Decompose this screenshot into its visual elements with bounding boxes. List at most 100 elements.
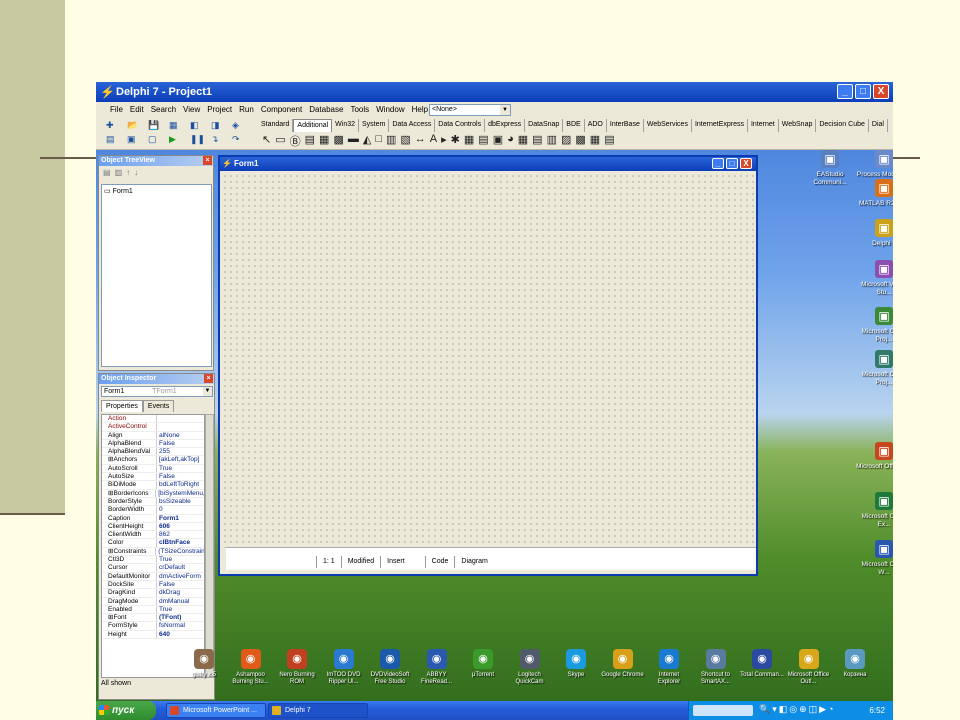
- chart-icon[interactable]: ◕: [507, 133, 514, 149]
- form-close-button[interactable]: X: [740, 158, 752, 169]
- form-minimize-button[interactable]: _: [712, 158, 724, 169]
- new-item-icon[interactable]: ▤: [103, 168, 115, 177]
- property-value[interactable]: dmActiveForm: [157, 573, 201, 580]
- open-icon[interactable]: 📂: [127, 120, 145, 134]
- twilightcolormap-icon[interactable]: ▦: [590, 133, 600, 149]
- property-row[interactable]: AutoSize False: [102, 473, 204, 482]
- new-icon[interactable]: ✚: [106, 120, 124, 134]
- image-icon[interactable]: ▬: [348, 133, 359, 149]
- arrow-down-icon[interactable]: ↓: [134, 168, 142, 177]
- property-row[interactable]: DragMode dmManual: [102, 597, 204, 606]
- run-icon[interactable]: ▶: [169, 134, 187, 148]
- maskedit-icon[interactable]: ▤: [305, 133, 315, 149]
- desktop-icon[interactable]: ◉ Skype: [554, 649, 598, 679]
- desktop-icon[interactable]: ◉ Shortcut to SmartAX...: [694, 649, 738, 686]
- add-file-icon[interactable]: ◨: [211, 120, 229, 134]
- desktop-icon[interactable]: ◉ Nero Burning ROM: [275, 649, 319, 686]
- speedbutton-icon[interactable]: Ⓑ: [290, 133, 301, 149]
- property-value[interactable]: False: [157, 581, 175, 588]
- menu-run[interactable]: Run: [239, 102, 254, 118]
- desktop-icon[interactable]: ▣ Process Modeler 7: [856, 150, 893, 179]
- form-maximize-button[interactable]: □: [726, 158, 738, 169]
- trace-into-icon[interactable]: ↴: [211, 134, 229, 148]
- toggle-icon[interactable]: ▢: [148, 134, 166, 148]
- tab-standard[interactable]: Standard: [258, 119, 294, 132]
- menu-search[interactable]: Search: [151, 102, 176, 118]
- desktop-icon[interactable]: ▣ Microsoft Office P...: [856, 442, 893, 471]
- property-row[interactable]: BorderStyle bsSizeable: [102, 497, 204, 507]
- start-button[interactable]: пуск: [96, 701, 156, 720]
- drawgrid-icon[interactable]: ▩: [333, 133, 343, 149]
- actiontoolbar-icon[interactable]: ▥: [547, 133, 557, 149]
- xpcolormap-icon[interactable]: ▨: [561, 133, 571, 149]
- property-value[interactable]: True: [157, 465, 172, 472]
- custombar-icon[interactable]: ▤: [604, 133, 614, 149]
- tab-internetexpress[interactable]: InternetExpress: [692, 119, 748, 132]
- bevel-icon[interactable]: □: [375, 133, 382, 149]
- property-value[interactable]: dmManual: [157, 598, 189, 605]
- property-row[interactable]: DockSite False: [102, 580, 204, 590]
- chevron-down-icon[interactable]: ▼: [203, 387, 212, 396]
- property-value[interactable]: bsSizeable: [157, 498, 191, 505]
- close-icon[interactable]: ×: [204, 374, 213, 383]
- save-all-icon[interactable]: ▦: [169, 120, 187, 134]
- actionmanager-icon[interactable]: ▦: [518, 133, 528, 149]
- desktop-icon[interactable]: ◉ Microsoft Office Outl...: [787, 649, 831, 686]
- inspector-titlebar[interactable]: Object Inspector ×: [99, 374, 214, 384]
- desktop-icon[interactable]: ◉ gistry x.5: [182, 649, 226, 679]
- property-row[interactable]: Action: [102, 415, 204, 424]
- property-value[interactable]: 640: [157, 631, 170, 638]
- stringgrid-icon[interactable]: ▦: [319, 133, 329, 149]
- desktop-icon[interactable]: ▣ Microsoft Office W...: [856, 540, 893, 576]
- pause-icon[interactable]: ❚❚: [190, 134, 208, 148]
- desktop-icon[interactable]: ◉ Total Comman...: [740, 649, 784, 679]
- menu-edit[interactable]: Edit: [130, 102, 144, 118]
- property-row[interactable]: AlphaBlend False: [102, 439, 204, 449]
- tray-icons[interactable]: 🔍▾◧◎⊕◫▶◔: [759, 704, 835, 715]
- valuelisteditor-icon[interactable]: ▦: [464, 133, 474, 149]
- scrollbox-icon[interactable]: ▥: [386, 133, 396, 149]
- menu-tools[interactable]: Tools: [350, 102, 369, 118]
- standardcolormap-icon[interactable]: ▩: [575, 133, 585, 149]
- property-row[interactable]: ClientHeight 606: [102, 522, 204, 532]
- open-project-icon[interactable]: ◧: [190, 120, 208, 134]
- tab-internet[interactable]: Internet: [748, 119, 779, 132]
- desktop-icon[interactable]: ◉ Logitech QuickCam: [508, 649, 552, 686]
- treeview-titlebar[interactable]: Object TreeView ×: [99, 156, 213, 166]
- search-box[interactable]: [693, 705, 753, 716]
- property-value[interactable]: bdLeftToRight: [157, 481, 199, 488]
- property-value[interactable]: alNone: [157, 432, 180, 439]
- menu-window[interactable]: Window: [376, 102, 404, 118]
- object-selector[interactable]: Form1 TForm1 ▼: [101, 386, 213, 397]
- property-value[interactable]: 606: [157, 523, 170, 530]
- tree-item[interactable]: ▭ Form1: [104, 187, 209, 195]
- property-value[interactable]: fsNormal: [157, 622, 185, 629]
- property-value[interactable]: True: [157, 606, 172, 613]
- tab-diagram[interactable]: Diagram: [454, 556, 493, 568]
- desktop-icon[interactable]: ▣ Microsoft Visual Stu...: [856, 260, 893, 296]
- statictext-icon[interactable]: A: [430, 133, 437, 149]
- desktop-icon[interactable]: ◉ ImTOO DVD Ripper Ul...: [322, 649, 366, 686]
- tab-datasnap[interactable]: DataSnap: [525, 119, 564, 132]
- property-value[interactable]: [akLeft,akTop]: [157, 456, 199, 463]
- property-row[interactable]: ⊞Font (TFont): [102, 614, 204, 623]
- pointer-icon[interactable]: ↖: [262, 133, 271, 149]
- desktop-icon[interactable]: ▣ EAStudio Communi...: [802, 150, 858, 186]
- property-value[interactable]: [biSystemMenu,: [156, 490, 204, 497]
- desktop-icon[interactable]: ◉ Google Chrome: [601, 649, 645, 679]
- property-row[interactable]: AutoScroll True: [102, 464, 204, 474]
- property-row[interactable]: Color clBtnFace: [102, 539, 204, 548]
- splitter-icon[interactable]: ↔: [415, 133, 426, 149]
- property-row[interactable]: ⊞Anchors [akLeft,akTop]: [102, 456, 204, 465]
- controlbar-icon[interactable]: ▸: [441, 133, 447, 149]
- desktop-icon[interactable]: ◉ µTorrent: [461, 649, 505, 679]
- colorbox-icon[interactable]: ▣: [493, 133, 503, 149]
- desktop-icon[interactable]: ◉ ABBYY FineRead...: [415, 649, 459, 686]
- desktop-icon[interactable]: ◉ Корзина: [833, 649, 877, 679]
- property-value[interactable]: 862: [157, 531, 170, 538]
- tab-win32[interactable]: Win32: [332, 119, 360, 132]
- form-design-grid[interactable]: [222, 173, 754, 548]
- tab-interbase[interactable]: InterBase: [607, 119, 644, 132]
- bitbtn-icon[interactable]: ▭: [275, 133, 285, 149]
- tab-data-access[interactable]: Data Access: [389, 119, 436, 132]
